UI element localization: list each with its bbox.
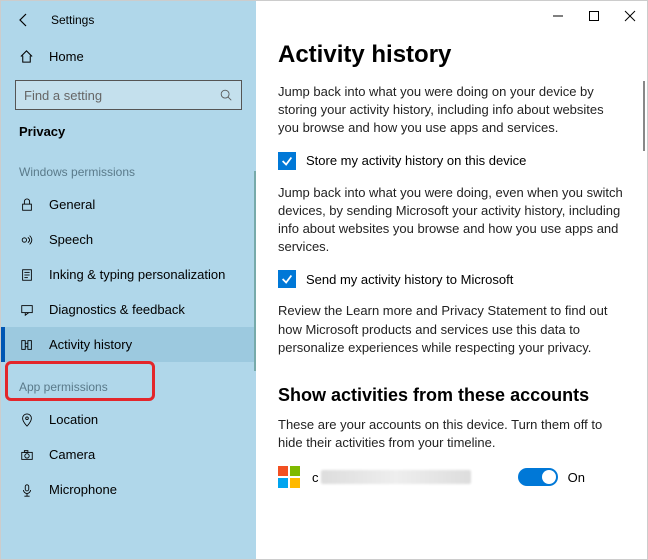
nav-label: Camera [49, 447, 95, 462]
checkbox-label: Store my activity history on this device [306, 153, 526, 168]
speech-icon [19, 233, 35, 247]
clipboard-icon [19, 268, 35, 282]
account-row: c On [278, 466, 625, 488]
checkbox-store-history[interactable]: Store my activity history on this device [278, 152, 625, 170]
nav-general[interactable]: General [1, 187, 256, 222]
lock-icon [19, 198, 35, 212]
microphone-icon [19, 483, 35, 497]
account-email-blurred [321, 470, 471, 484]
nav-inking[interactable]: Inking & typing personalization [1, 257, 256, 292]
section-privacy: Privacy [1, 120, 256, 147]
maximize-button[interactable] [587, 9, 601, 23]
group-app-permissions: App permissions [1, 362, 256, 402]
home-icon [19, 49, 35, 64]
checkbox-icon [278, 152, 296, 170]
checkbox-icon [278, 270, 296, 288]
back-button[interactable] [15, 11, 33, 29]
camera-icon [19, 448, 35, 462]
main-scrollbar[interactable] [643, 81, 645, 151]
nav-home[interactable]: Home [1, 41, 256, 72]
page-title: Activity history [278, 41, 625, 69]
location-icon [19, 413, 35, 427]
nav-diagnostics[interactable]: Diagnostics & feedback [1, 292, 256, 327]
group-windows-permissions: Windows permissions [1, 147, 256, 187]
nav-label: Speech [49, 232, 93, 247]
nav-label: Microphone [49, 482, 117, 497]
nav-camera[interactable]: Camera [1, 437, 256, 472]
privacy-statement-text: Review the Learn more and Privacy Statem… [278, 302, 625, 357]
sidebar: Settings Home Privacy Windows permission… [1, 1, 256, 559]
nav-speech[interactable]: Speech [1, 222, 256, 257]
toggle-label: On [568, 470, 585, 485]
main-content: Activity history Jump back into what you… [256, 1, 647, 559]
search-input-wrap[interactable] [15, 80, 242, 110]
feedback-icon [19, 303, 35, 317]
nav-microphone[interactable]: Microphone [1, 472, 256, 507]
nav-label: Activity history [49, 337, 132, 352]
intro-text-2: Jump back into what you were doing, even… [278, 184, 625, 257]
nav-label: Location [49, 412, 98, 427]
account-prefix: c [312, 470, 319, 485]
nav-label: General [49, 197, 95, 212]
nav-label: Diagnostics & feedback [49, 302, 185, 317]
app-title: Settings [51, 13, 94, 27]
close-button[interactable] [623, 9, 637, 23]
checkbox-label: Send my activity history to Microsoft [306, 272, 513, 287]
minimize-button[interactable] [551, 9, 565, 23]
search-icon [219, 88, 233, 102]
accounts-subtitle: Show activities from these accounts [278, 385, 625, 406]
accounts-text: These are your accounts on this device. … [278, 416, 625, 452]
nav-location[interactable]: Location [1, 402, 256, 437]
microsoft-logo-icon [278, 466, 300, 488]
activity-icon [19, 338, 35, 352]
checkbox-send-microsoft[interactable]: Send my activity history to Microsoft [278, 270, 625, 288]
nav-label: Inking & typing personalization [49, 267, 225, 282]
nav-activity-history[interactable]: Activity history [1, 327, 256, 362]
search-input[interactable] [24, 88, 219, 103]
intro-text-1: Jump back into what you were doing on yo… [278, 83, 625, 138]
nav-home-label: Home [49, 49, 84, 64]
account-toggle[interactable] [518, 468, 558, 486]
